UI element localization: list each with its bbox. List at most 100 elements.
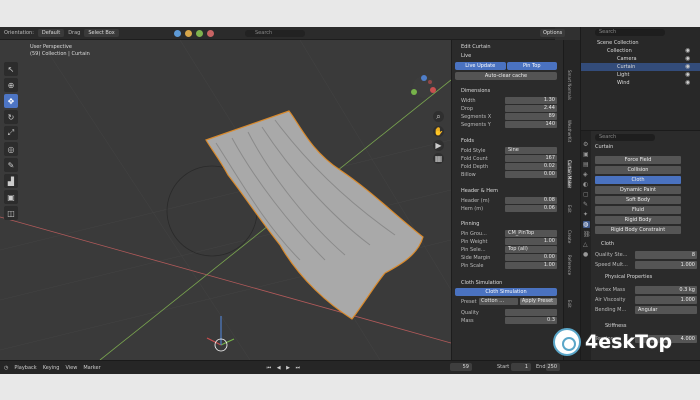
quality-field[interactable] xyxy=(505,309,557,316)
pin-weight-field[interactable]: 1.00 xyxy=(505,238,557,245)
collision-button[interactable]: Collision xyxy=(595,166,681,174)
add-cube-tool-icon[interactable]: ▣ xyxy=(4,190,18,204)
fold-style-dropdown[interactable]: Sine xyxy=(505,147,557,154)
header-search-input[interactable]: Search xyxy=(245,30,305,37)
header-m-field[interactable]: 0.08 xyxy=(505,197,557,204)
camera-view-icon[interactable]: ▶ xyxy=(433,140,444,151)
outliner-item-wind[interactable]: Wind xyxy=(581,79,700,87)
move-tool-icon[interactable]: ✥ xyxy=(4,94,18,108)
tab-create[interactable]: Create xyxy=(567,230,572,243)
cloth-button[interactable]: Cloth xyxy=(595,176,681,184)
tweak-tool-icon[interactable]: ↖ xyxy=(4,62,18,76)
orientation-dropdown[interactable]: Default xyxy=(37,29,65,37)
quality-steps-field[interactable]: 8 xyxy=(635,251,697,259)
data-tab-icon[interactable]: △ xyxy=(583,241,590,248)
rotate-tool-icon[interactable]: ↻ xyxy=(4,110,18,124)
outliner-item-light[interactable]: Light xyxy=(581,71,700,79)
editor-type-icon[interactable]: ◷ xyxy=(4,365,8,371)
width-field[interactable]: 1.30 xyxy=(505,97,557,104)
world-tab-icon[interactable]: ◐ xyxy=(583,181,590,188)
transform-tool-icon[interactable]: ◎ xyxy=(4,142,18,156)
mass-field[interactable]: 0.3 xyxy=(505,317,557,324)
side-margin-field[interactable]: 0.00 xyxy=(505,254,557,261)
zoom-icon[interactable]: ⌕ xyxy=(433,111,444,122)
scale-tool-icon[interactable]: ⤢ xyxy=(4,126,18,140)
marker-menu[interactable]: Marker xyxy=(83,365,100,371)
gizmo-icon[interactable] xyxy=(206,29,214,37)
soft-body-button[interactable]: Soft Body xyxy=(595,196,681,204)
dynamic-paint-button[interactable]: Dynamic Paint xyxy=(595,186,681,194)
visibility-eye-icon[interactable]: ◉ ◉ ◉ ◉ ◉ xyxy=(685,47,690,87)
playback-menu[interactable]: Playback xyxy=(14,365,36,371)
segments-y-field[interactable]: 140 xyxy=(505,121,557,128)
measure-tool-icon[interactable]: ▟ xyxy=(4,174,18,188)
live-update-button[interactable]: Live Update xyxy=(455,62,506,70)
modifier-tab-icon[interactable]: ✎ xyxy=(583,201,590,208)
tab-reference[interactable]: Reference xyxy=(567,255,572,275)
start-frame-field[interactable]: 1 xyxy=(511,363,531,371)
ortho-grid-icon[interactable]: ▦ xyxy=(433,153,444,164)
segments-x-field[interactable]: 89 xyxy=(505,113,557,120)
pin-top-button[interactable]: Pin Top xyxy=(506,62,557,70)
playback-controls-icon[interactable]: ⏮ ◀ ▶ ⏭ xyxy=(267,365,302,371)
outliner-item-camera[interactable]: Camera xyxy=(581,55,700,63)
snap-icon[interactable] xyxy=(173,29,181,37)
constraints-tab-icon[interactable]: ⛓ xyxy=(583,231,591,238)
add-mesh-tool-icon[interactable]: ◫ xyxy=(4,206,18,220)
pan-hand-icon[interactable]: ✋ xyxy=(433,126,444,137)
tab-smart-normals[interactable]: Smart Normals xyxy=(567,70,572,100)
hem-m-field[interactable]: 0.06 xyxy=(505,205,557,212)
apply-preset-button[interactable]: Apply Preset xyxy=(520,298,557,305)
current-frame-field[interactable]: 59 xyxy=(450,363,472,371)
outliner-search-input[interactable]: Search xyxy=(595,29,665,36)
options-button[interactable]: Options xyxy=(540,29,566,37)
auto-clear-cache-button[interactable]: Auto-clear cache xyxy=(455,72,557,80)
3d-viewport[interactable]: User Perspective (59) Collection | Curta… xyxy=(0,40,451,360)
scene-collection-row[interactable]: Scene Collection xyxy=(581,39,700,47)
annotate-tool-icon[interactable]: ✎ xyxy=(4,158,18,172)
transform-gizmo[interactable] xyxy=(206,316,235,352)
pin-scale-field[interactable]: 1.00 xyxy=(505,262,557,269)
output-tab-icon[interactable]: ▤ xyxy=(583,161,590,168)
curtain-mesh[interactable] xyxy=(205,110,424,320)
view-menu[interactable]: View xyxy=(65,365,77,371)
particles-tab-icon[interactable]: ✦ xyxy=(583,211,590,218)
drop-field[interactable]: 2.44 xyxy=(505,105,557,112)
bending-model-dropdown[interactable]: Angular xyxy=(635,306,697,314)
tool-tab-icon[interactable]: ⚙ xyxy=(583,141,590,148)
select-mode-dropdown[interactable]: Select Box xyxy=(84,29,119,37)
air-viscosity-field[interactable]: 1.000 xyxy=(635,296,697,304)
object-tab-icon[interactable]: ▢ xyxy=(583,191,590,198)
overlay-icon[interactable] xyxy=(195,29,203,37)
preset-dropdown[interactable]: Cotton ... xyxy=(479,298,518,305)
outliner-item-curtain[interactable]: Curtain xyxy=(581,63,700,71)
rigid-body-button[interactable]: Rigid Body xyxy=(595,216,681,224)
fold-count-field[interactable]: 167 xyxy=(505,155,557,162)
outliner-item-collection[interactable]: Collection xyxy=(581,47,700,55)
end-frame-field[interactable]: 250 xyxy=(546,363,560,371)
tab-weatherkit[interactable]: WeatherKit xyxy=(567,120,572,142)
dim-row-segments-y: Segments Y 140 xyxy=(461,121,557,128)
tab-curtain-maker[interactable]: Curtain Maker xyxy=(567,160,572,189)
material-tab-icon[interactable]: ● xyxy=(583,251,590,258)
scene-tab-icon[interactable]: ◈ xyxy=(583,171,590,178)
pin-select-dropdown[interactable]: Top (all) xyxy=(505,246,557,253)
fold-depth-field[interactable]: 0.02 xyxy=(505,163,557,170)
fluid-button[interactable]: Fluid xyxy=(595,206,681,214)
speed-mult-field[interactable]: 1.000 xyxy=(635,261,697,269)
keying-menu[interactable]: Keying xyxy=(43,365,60,371)
transform-pivot-icon[interactable] xyxy=(163,30,170,37)
properties-search-input[interactable]: Search xyxy=(595,134,655,141)
vertex-mass-field[interactable]: 0.3 kg xyxy=(635,286,697,294)
physics-tab-icon[interactable]: ◍ xyxy=(583,221,590,228)
tab-edit[interactable]: Edit xyxy=(567,205,572,213)
cloth-simulation-button[interactable]: Cloth Simulation xyxy=(455,288,557,296)
render-tab-icon[interactable]: ▣ xyxy=(583,151,590,158)
rigid-body-constraint-button[interactable]: Rigid Body Constraint xyxy=(595,226,681,234)
proportional-edit-icon[interactable] xyxy=(184,29,192,37)
force-field-button[interactable]: Force Field xyxy=(595,156,681,164)
cursor-tool-icon[interactable]: ⊕ xyxy=(4,78,18,92)
tab-edit-2[interactable]: Edit xyxy=(567,300,572,308)
pin-group-field[interactable]: CM_PinTop xyxy=(505,230,557,237)
billow-field[interactable]: 0.00 xyxy=(505,171,557,178)
